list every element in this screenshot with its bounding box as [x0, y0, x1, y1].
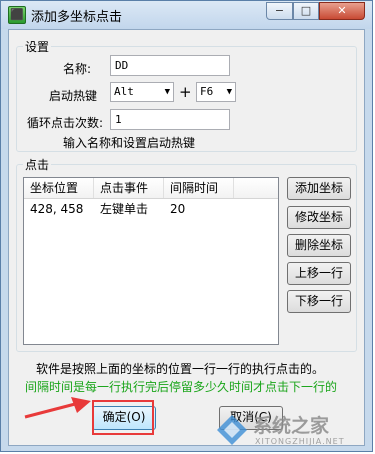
delete-coordinate-button[interactable]: 删除坐标 [287, 234, 351, 257]
loop-count-label: 循环点击次数: [27, 116, 104, 130]
list-header: 坐标位置 点击事件 间隔时间 [24, 178, 278, 199]
hotkey-key-select[interactable]: F6 ▼ [196, 82, 236, 102]
dialog-window: ⬛ 添加多坐标点击 − □ ✕ 设置 名称: DD 启动热键 Alt ▼ + F… [0, 0, 373, 452]
app-icon: ⬛ [8, 6, 26, 24]
column-position[interactable]: 坐标位置 [24, 178, 94, 198]
name-label: 名称: [63, 62, 92, 76]
red-arrow-icon [24, 397, 91, 419]
ok-highlight-box [92, 400, 154, 435]
window-title: 添加多坐标点击 [31, 10, 123, 25]
add-coordinate-button[interactable]: 添加坐标 [287, 177, 351, 200]
coordinate-list[interactable]: 坐标位置 点击事件 间隔时间 428, 458 左键单击 20 [23, 177, 279, 345]
info-line-2: 间隔时间是每一行执行完后停留多少久时间才点击下一行的 [25, 380, 338, 394]
close-button[interactable]: ✕ [319, 2, 365, 20]
watermark-logo: 系统之家 XITONGZHIJIA.NET [215, 409, 375, 451]
hotkey-key-value: F6 [200, 85, 214, 98]
click-legend: 点击 [23, 156, 52, 173]
maximize-button[interactable]: □ [293, 2, 319, 20]
title-bar[interactable]: ⬛ 添加多坐标点击 − □ ✕ [1, 1, 372, 29]
loop-count-input[interactable]: 1 [110, 109, 230, 130]
hotkey-modifier-select[interactable]: Alt ▼ [110, 82, 174, 102]
name-input[interactable]: DD [110, 55, 230, 76]
cell-event: 左键单击 [100, 202, 149, 216]
settings-legend: 设置 [23, 38, 52, 55]
chevron-down-icon: ▼ [164, 87, 170, 97]
column-interval[interactable]: 间隔时间 [164, 178, 234, 198]
dialog-body: 设置 名称: DD 启动热键 Alt ▼ + F6 ▼ 循环点击次数: 1 输入… [8, 29, 365, 446]
watermark-subtext: XITONGZHIJIA.NET [255, 437, 345, 446]
plus-sign: + [179, 83, 192, 101]
edit-coordinate-button[interactable]: 修改坐标 [287, 206, 351, 229]
settings-hint: 输入名称和设置启动热键 [63, 136, 196, 150]
table-row[interactable]: 428, 458 左键单击 20 [24, 200, 278, 218]
hotkey-label: 启动热键 [49, 89, 98, 103]
watermark-text: 系统之家 [253, 415, 330, 437]
move-down-button[interactable]: 下移一行 [287, 290, 351, 313]
minimize-button[interactable]: − [266, 2, 293, 20]
chevron-down-icon: ▼ [226, 87, 232, 97]
info-line-1: 软件是按照上面的坐标的位置一行一行的执行点击的。 [36, 362, 325, 376]
cell-interval: 20 [170, 202, 186, 216]
column-event[interactable]: 点击事件 [94, 178, 164, 198]
watermark-icon [217, 415, 247, 445]
move-up-button[interactable]: 上移一行 [287, 262, 351, 285]
hotkey-modifier-value: Alt [114, 85, 134, 98]
cell-position: 428, 458 [30, 202, 84, 216]
